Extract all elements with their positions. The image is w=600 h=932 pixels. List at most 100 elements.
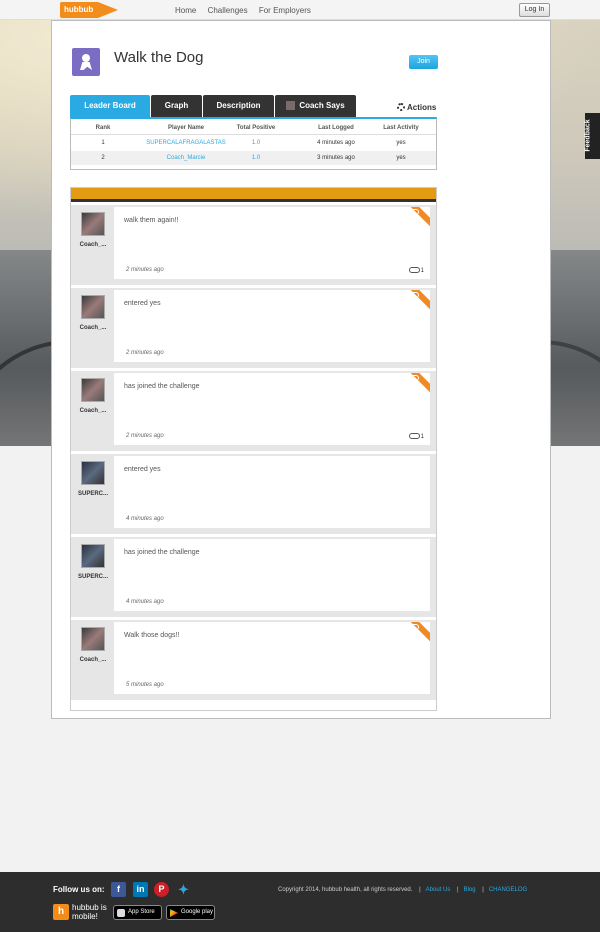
feedback-tab[interactable]: Feedback — [585, 113, 600, 159]
avatar[interactable] — [81, 295, 105, 319]
footer: Follow us on: f in P ✦ h hubbub is mobil… — [0, 872, 600, 932]
app-store-badge[interactable]: App Store — [113, 905, 162, 920]
hubbub-mobile-logo: h — [53, 904, 69, 920]
bike-ribbon-icon[interactable] — [408, 290, 430, 312]
post-time: 2 minutes ago — [126, 267, 164, 273]
cell-player-name[interactable]: SUPERCALAFRAGALASTAS — [141, 136, 231, 150]
header-rank[interactable]: Rank — [91, 121, 115, 135]
challenge-avatar-icon — [72, 48, 100, 76]
join-button[interactable]: Join — [409, 55, 438, 69]
challenge-card: Walk the Dog Join Leader Board Graph Des… — [51, 20, 551, 719]
post-body: walk them again!! 2 minutes ago 1 — [114, 207, 430, 279]
cell-rank: 1 — [101, 140, 105, 146]
nav-for-employers[interactable]: For Employers — [259, 6, 311, 15]
activity-feed: Coach_... walk them again!! 2 minutes ag… — [70, 187, 437, 711]
post-username[interactable]: Coach_... — [71, 325, 115, 331]
like-counter[interactable]: 1 — [408, 267, 424, 274]
table-row: 1 SUPERCALAFRAGALASTAS 1.0 4 minutes ago… — [71, 136, 436, 150]
top-nav: hubbub Home Challenges For Employers Log… — [0, 0, 600, 20]
cell-total-positive[interactable]: 1.0 — [231, 151, 281, 165]
post-time: 4 minutes ago — [126, 599, 164, 605]
header-last-logged[interactable]: Last Logged — [301, 121, 371, 135]
post-body: Walk those dogs!! 5 minutes ago — [114, 622, 430, 694]
avatar[interactable] — [81, 212, 105, 236]
avatar[interactable] — [81, 627, 105, 651]
tab-coach-says-label: Coach Says — [299, 101, 345, 110]
post-body: entered yes 4 minutes ago — [114, 456, 430, 528]
tab-graph[interactable]: Graph — [151, 95, 202, 117]
post-body: has joined the challenge 4 minutes ago — [114, 539, 430, 611]
post-username[interactable]: Coach_... — [71, 408, 115, 414]
footer-link-about-us[interactable]: About Us — [426, 887, 451, 893]
nav-challenges[interactable]: Challenges — [208, 6, 248, 15]
coach-avatar-icon — [286, 101, 296, 111]
post-username[interactable]: SUPERC... — [71, 491, 115, 497]
tab-coach-says[interactable]: Coach Says — [275, 95, 356, 117]
tab-description[interactable]: Description — [203, 95, 274, 117]
bike-icon — [408, 433, 420, 439]
login-button[interactable]: Log In — [519, 3, 550, 17]
avatar[interactable] — [81, 461, 105, 485]
bike-ribbon-icon[interactable] — [408, 373, 430, 395]
post-username[interactable]: Coach_... — [71, 657, 115, 663]
actions-label: Actions — [407, 103, 437, 112]
post-body: has joined the challenge 2 minutes ago 1 — [114, 373, 430, 445]
follow-us-label: Follow us on: — [53, 885, 105, 894]
like-counter[interactable]: 1 — [408, 433, 424, 440]
feed-post: SUPERC... entered yes 4 minutes ago — [71, 454, 436, 534]
hubbub-logo[interactable]: hubbub — [60, 2, 118, 18]
post-message: entered yes — [124, 466, 161, 473]
tab-leader-board[interactable]: Leader Board — [70, 95, 150, 117]
like-count: 1 — [420, 268, 424, 274]
feed-post: SUPERC... has joined the challenge 4 min… — [71, 537, 436, 617]
header-total-positive[interactable]: Total Positive — [231, 121, 281, 135]
post-username[interactable]: Coach_... — [71, 242, 115, 248]
bike-ribbon-icon[interactable] — [408, 207, 430, 229]
cell-last-logged: 3 minutes ago — [317, 155, 355, 161]
bike-ribbon-icon[interactable] — [408, 622, 430, 644]
cell-last-activity: yes — [396, 155, 406, 161]
table-row: 2 Coach_Marcie 1.0 3 minutes ago yes — [71, 151, 436, 165]
google-play-badge[interactable]: Google play — [166, 905, 215, 920]
post-message: walk them again!! — [124, 217, 179, 224]
post-time: 2 minutes ago — [126, 433, 164, 439]
avatar[interactable] — [81, 544, 105, 568]
pinterest-icon[interactable]: P — [154, 882, 169, 897]
post-time: 2 minutes ago — [126, 350, 164, 356]
post-message: has joined the challenge — [124, 549, 200, 556]
feed-post: Coach_... has joined the challenge 2 min… — [71, 371, 436, 451]
mobile-label: hubbub is mobile! — [72, 903, 107, 921]
header-last-activity[interactable]: Last Activity — [371, 121, 431, 135]
footer-link-blog[interactable]: Blog — [464, 887, 476, 893]
apple-icon — [117, 909, 125, 917]
bike-icon — [408, 267, 420, 273]
cell-player-name[interactable]: Coach_Marcie — [141, 151, 231, 165]
logo-text: hubbub — [60, 2, 98, 18]
post-time: 4 minutes ago — [126, 516, 164, 522]
header-player-name[interactable]: Player Name — [141, 121, 231, 135]
like-count: 1 — [420, 434, 424, 440]
feed-post: Coach_... Walk those dogs!! 5 minutes ag… — [71, 620, 436, 700]
leaderboard-table: Rank Player Name Total Positive Last Log… — [70, 117, 437, 170]
gear-icon — [397, 103, 405, 111]
linkedin-icon[interactable]: in — [133, 882, 148, 897]
feed-header-bar — [71, 188, 436, 202]
post-message: has joined the challenge — [124, 383, 200, 390]
cell-rank: 2 — [101, 155, 105, 161]
post-body: entered yes 2 minutes ago — [114, 290, 430, 362]
actions-menu[interactable]: Actions — [397, 103, 436, 112]
cell-total-positive[interactable]: 1.0 — [231, 136, 281, 150]
nav-home[interactable]: Home — [175, 6, 196, 15]
feed-post: Coach_... entered yes 2 minutes ago — [71, 288, 436, 368]
twitter-icon[interactable]: ✦ — [176, 882, 191, 897]
post-username[interactable]: SUPERC... — [71, 574, 115, 580]
footer-link-changelog[interactable]: CHANGELOG — [489, 887, 527, 893]
google-play-icon — [170, 909, 178, 917]
feed-post: Coach_... walk them again!! 2 minutes ag… — [71, 205, 436, 285]
google-play-label: Google play — [181, 909, 214, 915]
avatar[interactable] — [81, 378, 105, 402]
facebook-icon[interactable]: f — [111, 882, 126, 897]
nav-links: Home Challenges For Employers — [175, 6, 320, 15]
post-time: 5 minutes ago — [126, 682, 164, 688]
copyright-line: Copyright 2014, hubbub health, all right… — [278, 887, 528, 893]
